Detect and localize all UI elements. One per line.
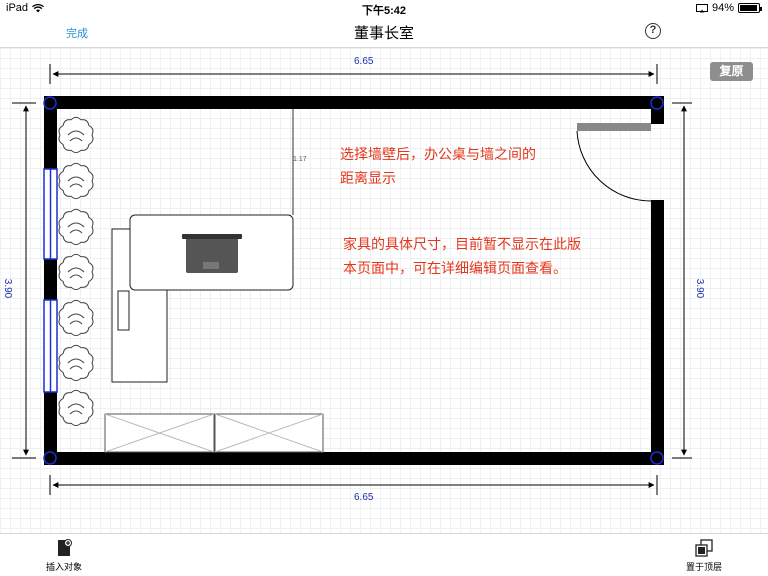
battery-icon [738, 3, 762, 13]
office-desk[interactable] [129, 214, 294, 291]
dimension-bottom: 6.65 [354, 492, 374, 503]
annotation-wall-distance: 选择墙壁后，办公桌与墙之间的 距离显示 [340, 142, 536, 190]
bottom-toolbar: 插入对象 置于顶层 [0, 533, 768, 576]
floor-plan-canvas[interactable]: 6.65 6.65 3.90 3.90 1.17 选择墙壁后，办公桌与墙之间的 … [0, 48, 768, 533]
plant[interactable] [58, 299, 94, 337]
screen-mirror-icon [695, 3, 708, 12]
insert-object-label: 插入对象 [45, 562, 82, 572]
annotation-line: 距离显示 [340, 170, 396, 186]
dimension-line-right [672, 102, 692, 459]
status-bar: iPad 下午5:42 94% [0, 0, 768, 17]
plant[interactable] [58, 116, 94, 154]
plant[interactable] [58, 344, 94, 382]
annotation-furniture-size: 家具的具体尺寸，目前暂不显示在此版 本页面中，可在详细编辑页面查看。 [343, 232, 581, 280]
bring-to-front-icon [695, 539, 713, 557]
plants[interactable] [58, 116, 94, 427]
insert-object-button[interactable]: 插入对象 [44, 539, 84, 573]
battery-percent: 94% [711, 2, 734, 14]
nav-bar: 完成 董事长室 ? [0, 16, 768, 48]
storage-cabinets[interactable] [104, 413, 324, 453]
annotation-line: 家具的具体尺寸，目前暂不显示在此版 [343, 236, 581, 252]
wall-left[interactable] [44, 96, 57, 465]
plant[interactable] [58, 253, 94, 291]
bring-to-front-button[interactable]: 置于顶层 [684, 539, 724, 573]
dimension-line-left [12, 102, 36, 459]
floor-plan-drawing [12, 64, 692, 495]
dimension-top: 6.65 [354, 56, 374, 67]
status-right: 94% [695, 2, 762, 14]
wall-top[interactable] [44, 96, 664, 109]
help-icon[interactable]: ? [645, 23, 661, 39]
insert-object-icon [58, 539, 72, 556]
wall-bottom[interactable] [44, 452, 664, 465]
laptop-icon [182, 234, 242, 273]
dimension-left: 3.90 [2, 278, 14, 299]
plant[interactable] [58, 389, 94, 427]
dimension-line-top [49, 64, 658, 84]
restore-button[interactable]: 复原 [710, 62, 753, 81]
annotation-line: 选择墙壁后，办公桌与墙之间的 [340, 146, 536, 162]
annotation-line: 本页面中，可在详细编辑页面查看。 [343, 260, 567, 276]
plant[interactable] [58, 162, 94, 200]
plant[interactable] [58, 208, 94, 246]
desk-distance-label: 1.17 [293, 156, 307, 163]
bring-to-front-label: 置于顶层 [685, 562, 722, 572]
dimension-right: 3.90 [694, 278, 706, 299]
door[interactable] [576, 123, 652, 202]
wall-right-lower[interactable] [651, 200, 664, 465]
